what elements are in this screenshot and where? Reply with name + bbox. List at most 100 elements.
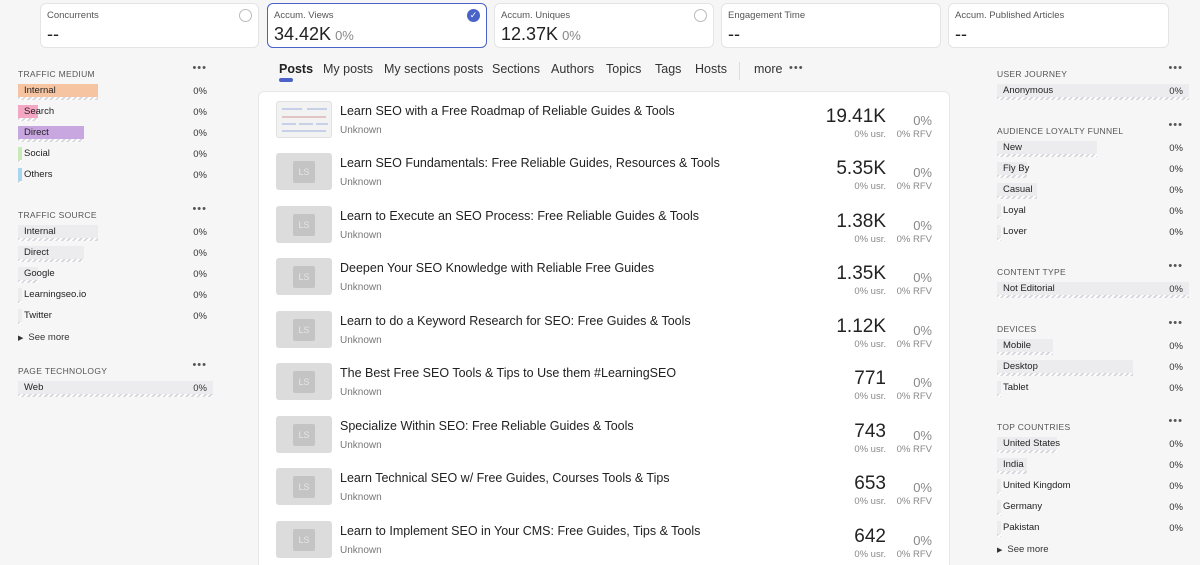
post-views: 653 — [854, 473, 886, 494]
loyalty-row-fly-by[interactable]: Fly By 0% — [997, 162, 1189, 178]
traffic-source-row-google[interactable]: Google 0% — [18, 267, 213, 283]
traffic-medium-row-others[interactable]: Others 0% — [18, 168, 213, 184]
post-title[interactable]: Learn to Execute an SEO Process: Free Re… — [340, 209, 699, 223]
more-options-icon[interactable]: ••• — [1168, 317, 1183, 329]
metric-concurrents[interactable]: Concurrents -- — [40, 3, 259, 48]
tab-hosts[interactable]: Hosts — [695, 62, 727, 76]
post-row[interactable]: LS Specialize Within SEO: Free Reliable … — [259, 407, 949, 459]
tab-tags[interactable]: Tags — [655, 62, 681, 76]
post-title[interactable]: Specialize Within SEO: Free Reliable Gui… — [340, 419, 634, 433]
tab-authors[interactable]: Authors — [551, 62, 594, 76]
bar-hatch — [997, 97, 1189, 100]
more-options-icon[interactable]: ••• — [1168, 119, 1183, 131]
countries-row-united-kingdom[interactable]: United Kingdom 0% — [997, 479, 1189, 495]
traffic-source-row-direct[interactable]: Direct 0% — [18, 246, 213, 262]
loyalty-row-casual[interactable]: Casual 0% — [997, 183, 1189, 199]
user-journey-row-anonymous[interactable]: Anonymous 0% — [997, 84, 1189, 100]
post-author: Unknown — [340, 177, 382, 188]
post-title[interactable]: Learn SEO Fundamentals: Free Reliable Gu… — [340, 156, 720, 170]
row-label: Direct — [24, 127, 49, 138]
content-type-row-not-editorial[interactable]: Not Editorial 0% — [997, 282, 1189, 298]
devices-row-tablet[interactable]: Tablet 0% — [997, 381, 1189, 397]
countries-row-germany[interactable]: Germany 0% — [997, 500, 1189, 516]
row-value: 0% — [193, 170, 207, 181]
radio-icon[interactable] — [694, 9, 707, 22]
more-options-icon[interactable]: ••• — [1168, 62, 1183, 74]
metric-accum-views[interactable]: Accum. Views 34.42K 0% ✓ — [267, 3, 487, 48]
post-row[interactable]: Learn SEO with a Free Roadmap of Reliabl… — [259, 92, 949, 144]
countries-see-more[interactable]: ▶ See more — [997, 544, 1049, 555]
loyalty-row-lover[interactable]: Lover 0% — [997, 225, 1189, 241]
countries-row-united-states[interactable]: United States 0% — [997, 437, 1189, 453]
row-label: Learningseo.io — [24, 289, 87, 300]
loyalty-row-new[interactable]: New 0% — [997, 141, 1189, 157]
metric-engagement-time[interactable]: Engagement Time -- — [721, 3, 941, 48]
row-value: 0% — [1169, 284, 1183, 295]
more-options-icon[interactable]: ••• — [789, 62, 804, 74]
more-options-icon[interactable]: ••• — [192, 62, 207, 74]
traffic-source-header: TRAFFIC SOURCE ••• — [18, 203, 213, 220]
post-title[interactable]: Learn to Implement SEO in Your CMS: Free… — [340, 524, 700, 538]
row-value: 0% — [193, 86, 207, 97]
post-thumbnail: LS — [276, 258, 332, 295]
tab-topics[interactable]: Topics — [606, 62, 641, 76]
traffic-source-row-learningseo[interactable]: Learningseo.io 0% — [18, 288, 213, 304]
post-row[interactable]: LS Learn to Execute an SEO Process: Free… — [259, 197, 949, 249]
devices-row-desktop[interactable]: Desktop 0% — [997, 360, 1189, 376]
post-title[interactable]: Learn Technical SEO w/ Free Guides, Cour… — [340, 471, 670, 485]
post-rfv: 0% RFV — [896, 549, 932, 560]
post-pct: 0% — [913, 218, 932, 233]
bar-hatch — [18, 238, 98, 241]
post-row[interactable]: LS Learn Technical SEO w/ Free Guides, C… — [259, 459, 949, 511]
traffic-medium-row-search[interactable]: Search 0% — [18, 105, 213, 121]
page-technology-row-web[interactable]: Web 0% — [18, 381, 213, 397]
tab-more[interactable]: more — [754, 62, 782, 76]
loyalty-funnel-header: AUDIENCE LOYALTY FUNNEL ••• — [997, 119, 1189, 136]
traffic-source-row-twitter[interactable]: Twitter 0% — [18, 309, 213, 325]
tab-sections[interactable]: Sections — [492, 62, 540, 76]
post-row[interactable]: LS Learn to do a Keyword Research for SE… — [259, 302, 949, 354]
tab-posts[interactable]: Posts — [279, 62, 313, 76]
metric-accum-uniques[interactable]: Accum. Uniques 12.37K 0% — [494, 3, 714, 48]
row-value: 0% — [1169, 502, 1183, 513]
post-rfv: 0% RFV — [896, 496, 932, 507]
bar-hatch — [997, 154, 1097, 157]
traffic-medium-row-internal[interactable]: Internal 0% — [18, 84, 213, 100]
post-row[interactable]: LS Deepen Your SEO Knowledge with Reliab… — [259, 249, 949, 301]
row-value: 0% — [193, 227, 207, 238]
traffic-medium-row-direct[interactable]: Direct 0% — [18, 126, 213, 142]
post-title[interactable]: The Best Free SEO Tools & Tips to Use th… — [340, 366, 676, 380]
row-label: Google — [24, 268, 55, 279]
loyalty-row-loyal[interactable]: Loyal 0% — [997, 204, 1189, 220]
page-technology-header: PAGE TECHNOLOGY ••• — [18, 359, 213, 376]
more-options-icon[interactable]: ••• — [1168, 260, 1183, 272]
post-title[interactable]: Learn to do a Keyword Research for SEO: … — [340, 314, 691, 328]
devices-row-mobile[interactable]: Mobile 0% — [997, 339, 1189, 355]
more-options-icon[interactable]: ••• — [1168, 415, 1183, 427]
post-author: Unknown — [340, 545, 382, 556]
traffic-source-row-internal[interactable]: Internal 0% — [18, 225, 213, 241]
row-label: United Kingdom — [1003, 480, 1071, 491]
bar-hatch — [997, 492, 1001, 495]
countries-row-india[interactable]: India 0% — [997, 458, 1189, 474]
radio-icon[interactable] — [239, 9, 252, 22]
traffic-source-see-more[interactable]: ▶ See more — [18, 332, 70, 343]
post-title[interactable]: Deepen Your SEO Knowledge with Reliable … — [340, 261, 654, 275]
post-row[interactable]: LS Learn to Implement SEO in Your CMS: F… — [259, 512, 949, 564]
post-title[interactable]: Learn SEO with a Free Roadmap of Reliabl… — [340, 104, 675, 118]
post-row[interactable]: LS The Best Free SEO Tools & Tips to Use… — [259, 354, 949, 406]
post-users: 0% usr. — [854, 549, 886, 560]
ls-placeholder-icon: LS — [293, 529, 315, 551]
traffic-medium-row-social[interactable]: Social 0% — [18, 147, 213, 163]
more-options-icon[interactable]: ••• — [192, 203, 207, 215]
more-options-icon[interactable]: ••• — [192, 359, 207, 371]
tab-my-sections-posts[interactable]: My sections posts — [384, 62, 483, 76]
metric-pct: 0% — [562, 28, 581, 43]
posts-list: Learn SEO with a Free Roadmap of Reliabl… — [258, 91, 950, 565]
bar-hatch — [997, 450, 1057, 453]
metric-accum-published[interactable]: Accum. Published Articles -- — [948, 3, 1169, 48]
tab-my-posts[interactable]: My posts — [323, 62, 373, 76]
check-icon[interactable]: ✓ — [467, 9, 480, 22]
post-row[interactable]: LS Learn SEO Fundamentals: Free Reliable… — [259, 144, 949, 196]
countries-row-pakistan[interactable]: Pakistan 0% — [997, 521, 1189, 537]
